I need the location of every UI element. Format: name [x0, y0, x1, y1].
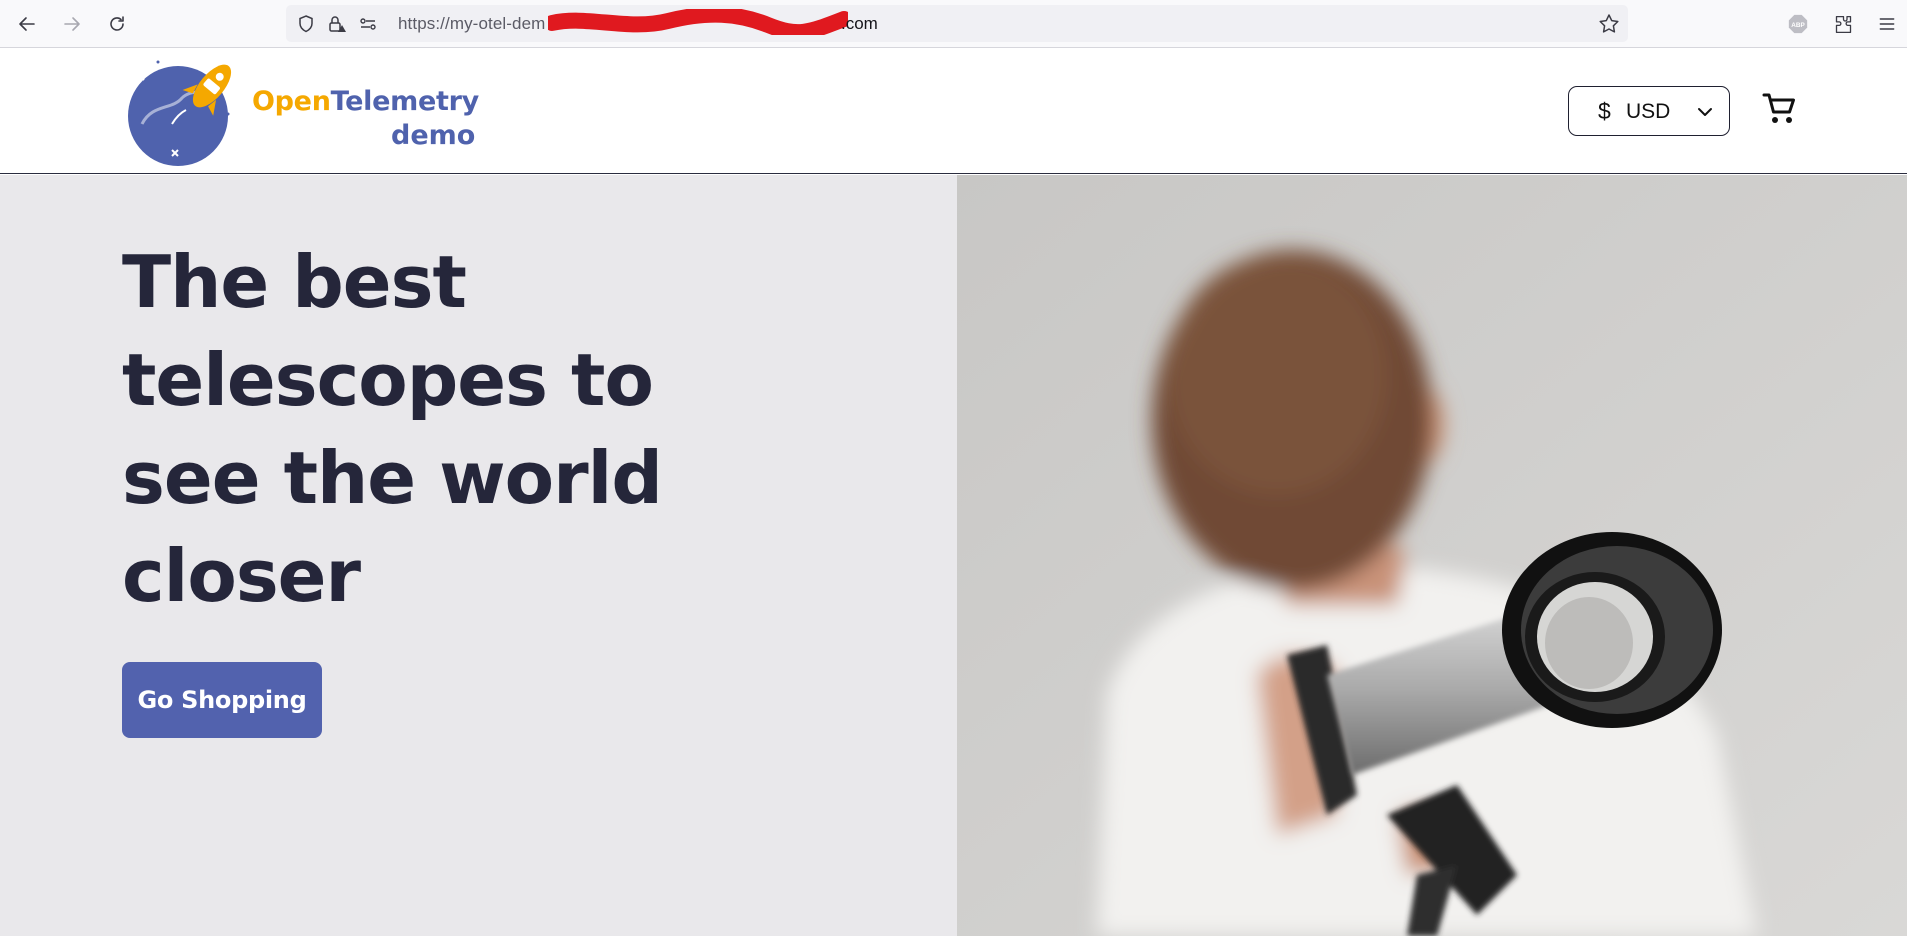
- reload-button[interactable]: [104, 11, 130, 37]
- menu-icon: [1879, 18, 1895, 30]
- hero-title: The best telescopes to see the world clo…: [122, 240, 663, 618]
- logo-open-text: Open: [252, 86, 331, 117]
- currency-select[interactable]: $ USD: [1568, 86, 1730, 136]
- permissions-icon[interactable]: [358, 14, 378, 34]
- logo-telemetry-text: Telemetry: [330, 86, 480, 117]
- extensions-button[interactable]: [1831, 12, 1855, 36]
- forward-arrow-icon: [64, 17, 80, 31]
- boy-with-telescope-photo: [957, 175, 1907, 936]
- svg-text:ABP: ABP: [1791, 22, 1805, 29]
- url-domain-suffix: .com: [841, 14, 878, 33]
- extensions-icon: [1835, 15, 1851, 33]
- site-header: OpenTelemetry demo $ USD: [0, 48, 1907, 174]
- url-text: https://my-otel-dem: [398, 14, 546, 33]
- reload-icon: [110, 16, 124, 31]
- hero-image: [957, 175, 1907, 936]
- otel-demo-logo[interactable]: OpenTelemetry demo: [122, 54, 482, 166]
- forward-button[interactable]: [59, 11, 85, 37]
- back-arrow-icon: [19, 17, 35, 31]
- currency-symbol: $: [1598, 98, 1611, 124]
- go-shopping-button[interactable]: Go Shopping: [122, 662, 322, 738]
- currency-code: USD: [1626, 100, 1671, 123]
- adblock-icon: ABP: [1788, 14, 1808, 34]
- chevron-down-icon: [1698, 108, 1712, 116]
- cart-icon[interactable]: [1762, 90, 1796, 126]
- browser-toolbar: https://my-otel-dem .com ABP: [0, 0, 1907, 48]
- app-menu-button[interactable]: [1875, 12, 1899, 36]
- shield-icon[interactable]: [296, 14, 316, 34]
- adblock-button[interactable]: ABP: [1786, 12, 1810, 36]
- lock-warning-icon[interactable]: [327, 14, 347, 34]
- redaction-mark: [548, 9, 848, 35]
- back-button[interactable]: [14, 11, 40, 37]
- rocket-logo-icon: [128, 60, 232, 166]
- url-bar[interactable]: https://my-otel-dem .com: [286, 5, 1628, 42]
- bookmark-star-icon[interactable]: [1598, 13, 1620, 35]
- logo-demo-text: demo: [391, 120, 476, 151]
